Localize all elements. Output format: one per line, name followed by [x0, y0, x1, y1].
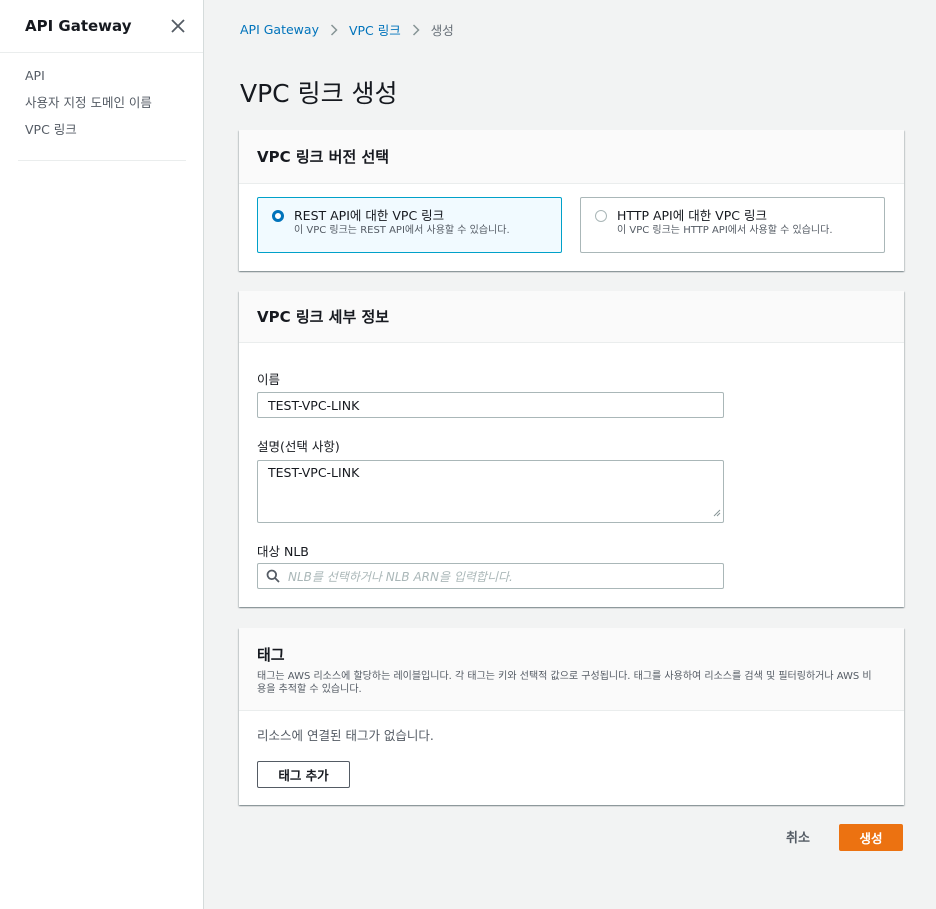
sidebar-item-custom-domain-names[interactable]: 사용자 지정 도메인 이름 [25, 94, 203, 121]
sidebar-title: API Gateway [25, 17, 132, 35]
no-tags-message: 리소스에 연결된 태그가 없습니다. [257, 728, 434, 743]
panel-title: VPC 링크 버전 선택 [257, 148, 390, 166]
option-description: 이 VPC 링크는 HTTP API에서 사용할 수 있습니다. [617, 225, 833, 236]
target-nlb-search-input[interactable]: NLB를 선택하거나 NLB ARN을 입력합니다. [257, 563, 724, 589]
search-icon [266, 569, 280, 583]
sidebar: API Gateway API 사용자 지정 도메인 이름 VPC 링크 [0, 0, 204, 909]
target-nlb-label: 대상 NLB [257, 544, 309, 559]
panel-header: VPC 링크 세부 정보 [239, 291, 904, 343]
add-tag-button[interactable]: 태그 추가 [257, 761, 350, 788]
close-icon[interactable] [171, 16, 185, 36]
panel-header: VPC 링크 버전 선택 [239, 130, 904, 184]
tags-description: 태그는 AWS 리소스에 할당하는 레이블입니다. 각 태그는 키와 선택적 값… [257, 671, 872, 695]
breadcrumb-api-gateway[interactable]: API Gateway [240, 22, 319, 37]
name-input[interactable]: TEST-VPC-LINK [257, 392, 724, 418]
chevron-right-icon [330, 23, 338, 36]
search-placeholder: NLB를 선택하거나 NLB ARN을 입력합니다. [288, 569, 513, 584]
option-label: HTTP API에 대한 VPC 링크 [617, 208, 767, 223]
resize-handle-icon[interactable] [713, 505, 721, 520]
sidebar-item-vpc-links[interactable]: VPC 링크 [25, 121, 203, 148]
cancel-button[interactable]: 취소 [786, 827, 810, 846]
main-content: API Gateway VPC 링크 생성 VPC 링크 생성 VPC 링크 버… [204, 0, 936, 909]
radio-selected-icon[interactable] [272, 210, 284, 222]
page-title: VPC 링크 생성 [240, 79, 398, 108]
app-root: API Gateway API 사용자 지정 도메인 이름 VPC 링크 API… [0, 0, 936, 909]
tags-panel: 태그 태그는 AWS 리소스에 할당하는 레이블입니다. 각 태그는 키와 선택… [239, 628, 904, 805]
panel-title: 태그 [257, 646, 285, 664]
description-value: TEST-VPC-LINK [268, 465, 360, 480]
radio-unselected-icon[interactable] [595, 210, 607, 222]
breadcrumb: API Gateway VPC 링크 생성 [240, 20, 454, 39]
option-description: 이 VPC 링크는 REST API에서 사용할 수 있습니다. [294, 225, 510, 236]
breadcrumb-current: 생성 [430, 23, 454, 38]
http-api-vpc-link-option[interactable]: HTTP API에 대한 VPC 링크 이 VPC 링크는 HTTP API에서… [580, 197, 885, 253]
sidebar-nav: API 사용자 지정 도메인 이름 VPC 링크 [0, 53, 203, 148]
sidebar-divider [18, 160, 186, 161]
rest-api-vpc-link-option[interactable]: REST API에 대한 VPC 링크 이 VPC 링크는 REST API에서… [257, 197, 562, 253]
panel-title: VPC 링크 세부 정보 [257, 308, 390, 326]
vpc-link-details-panel: VPC 링크 세부 정보 이름 TEST-VPC-LINK 설명(선택 사항) … [239, 291, 904, 607]
sidebar-header: API Gateway [0, 0, 203, 53]
panel-header: 태그 태그는 AWS 리소스에 할당하는 레이블입니다. 각 태그는 키와 선택… [239, 628, 904, 711]
description-label: 설명(선택 사항) [257, 439, 340, 454]
option-label: REST API에 대한 VPC 링크 [294, 208, 445, 223]
name-label: 이름 [257, 372, 281, 387]
sidebar-item-api[interactable]: API [25, 67, 203, 94]
create-button[interactable]: 생성 [839, 824, 903, 851]
description-textarea[interactable]: TEST-VPC-LINK [257, 460, 724, 523]
vpc-link-version-panel: VPC 링크 버전 선택 REST API에 대한 VPC 링크 이 VPC 링… [239, 130, 904, 271]
chevron-right-icon [412, 23, 420, 36]
breadcrumb-vpc-links[interactable]: VPC 링크 [349, 20, 401, 39]
